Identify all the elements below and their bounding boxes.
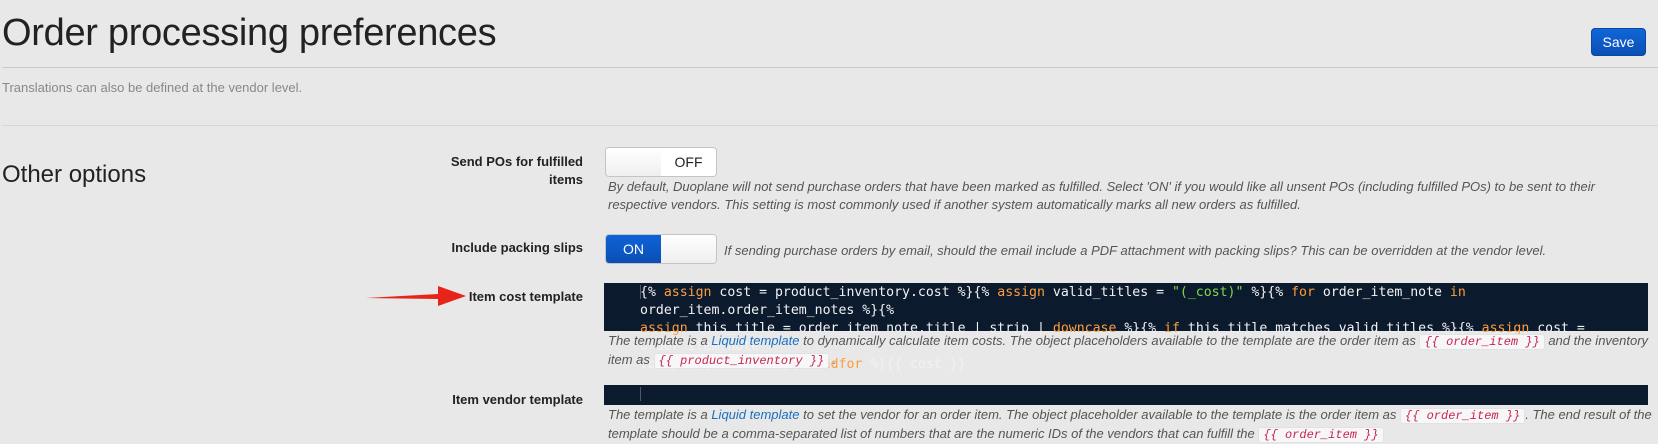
order-item-chip: {{ order_item }}: [1400, 408, 1526, 424]
toggle-knob: [606, 148, 661, 176]
packing-slips-toggle[interactable]: ON: [605, 234, 717, 264]
section-divider: [2, 125, 1658, 126]
liquid-template-link[interactable]: Liquid template: [711, 407, 799, 422]
item-cost-label: Item cost template: [468, 289, 583, 304]
code-line-1: {% assign cost = product_inventory.cost …: [640, 285, 1466, 318]
toggle-state: ON: [606, 235, 661, 263]
product-inventory-chip: {{ product_inventory }}: [653, 353, 830, 369]
item-vendor-label: Item vendor template: [452, 392, 583, 407]
toggle-state: OFF: [661, 148, 716, 176]
toggle-knob: [661, 235, 716, 263]
item-cost-help: The template is a Liquid template to dyn…: [608, 333, 1649, 369]
send-pos-toggle[interactable]: OFF: [605, 147, 717, 177]
send-pos-help: By default, Duoplane will not send purch…: [608, 179, 1595, 212]
order-item-chip: {{ order_item }}: [1258, 427, 1384, 443]
header-divider: [2, 67, 1658, 68]
item-vendor-code-editor[interactable]: [604, 385, 1648, 405]
packing-slips-help: If sending purchase orders by email, sho…: [724, 243, 1547, 258]
section-title: Other options: [2, 161, 147, 188]
editor-cursor: [640, 387, 641, 401]
item-vendor-help: The template is a Liquid template to set…: [608, 407, 1652, 443]
editor-cursor: [640, 285, 641, 299]
send-pos-label: Send POs for fulfilled items: [450, 154, 583, 187]
order-item-chip: {{ order_item }}: [1419, 334, 1545, 350]
item-cost-code-editor[interactable]: {% assign cost = product_inventory.cost …: [604, 283, 1648, 372]
page-subtitle: Translations can also be defined at the …: [2, 80, 303, 95]
page-title: Order processing preferences: [2, 12, 497, 54]
save-button[interactable]: Save: [1591, 28, 1646, 56]
liquid-template-link[interactable]: Liquid template: [711, 333, 799, 348]
packing-slips-label: Include packing slips: [451, 240, 583, 255]
